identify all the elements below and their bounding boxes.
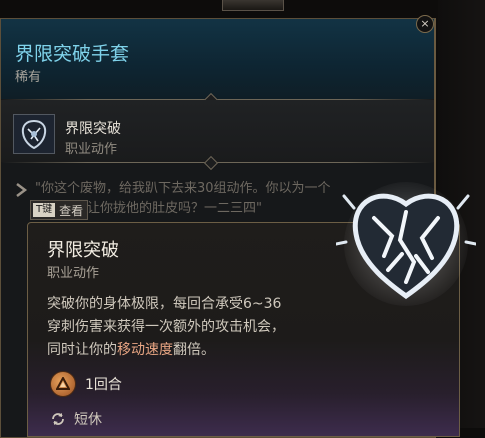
item-name: 界限突破手套 [15,43,130,65]
tooltip-title: 界限突破 [47,240,119,261]
action-name: 界限突破 [65,121,121,137]
short-rest-icon [52,413,64,425]
close-button[interactable]: × [416,15,434,33]
quote-icon [16,183,28,197]
background-art [222,0,284,11]
action-cost: 1回合 [50,371,122,397]
tooltip-type: 职业动作 [47,266,100,281]
desc-part: 突破你的身体极限，每回合承受6~36 [47,296,282,312]
limit-break-large-icon [336,182,476,306]
desc-part: 穿刺伤害 [47,319,103,335]
item-rarity: 稀有 [15,70,42,85]
movement-speed-highlight[interactable]: 移动速度 [117,342,173,358]
action-point-icon [50,371,76,397]
action-type: 职业动作 [65,142,118,157]
granted-action-row[interactable]: 界限突破 职业动作 [1,100,434,162]
desc-part: 来获得一次额外的攻击机会， [103,319,285,335]
rest-label: 短休 [74,412,102,428]
key-hint-label: 查看 [59,203,84,218]
inspect-key-hint[interactable]: T键 查看 [30,200,89,220]
key-chip: T键 [33,203,56,217]
cost-label: 1回合 [85,377,122,393]
desc-part: 同时让你的 [47,342,117,358]
desc-part: 翻倍。 [173,342,215,358]
recharge-info: 短休 [50,409,102,429]
item-header: 界限突破手套 稀有 [1,19,434,99]
limit-break-icon [13,114,55,154]
